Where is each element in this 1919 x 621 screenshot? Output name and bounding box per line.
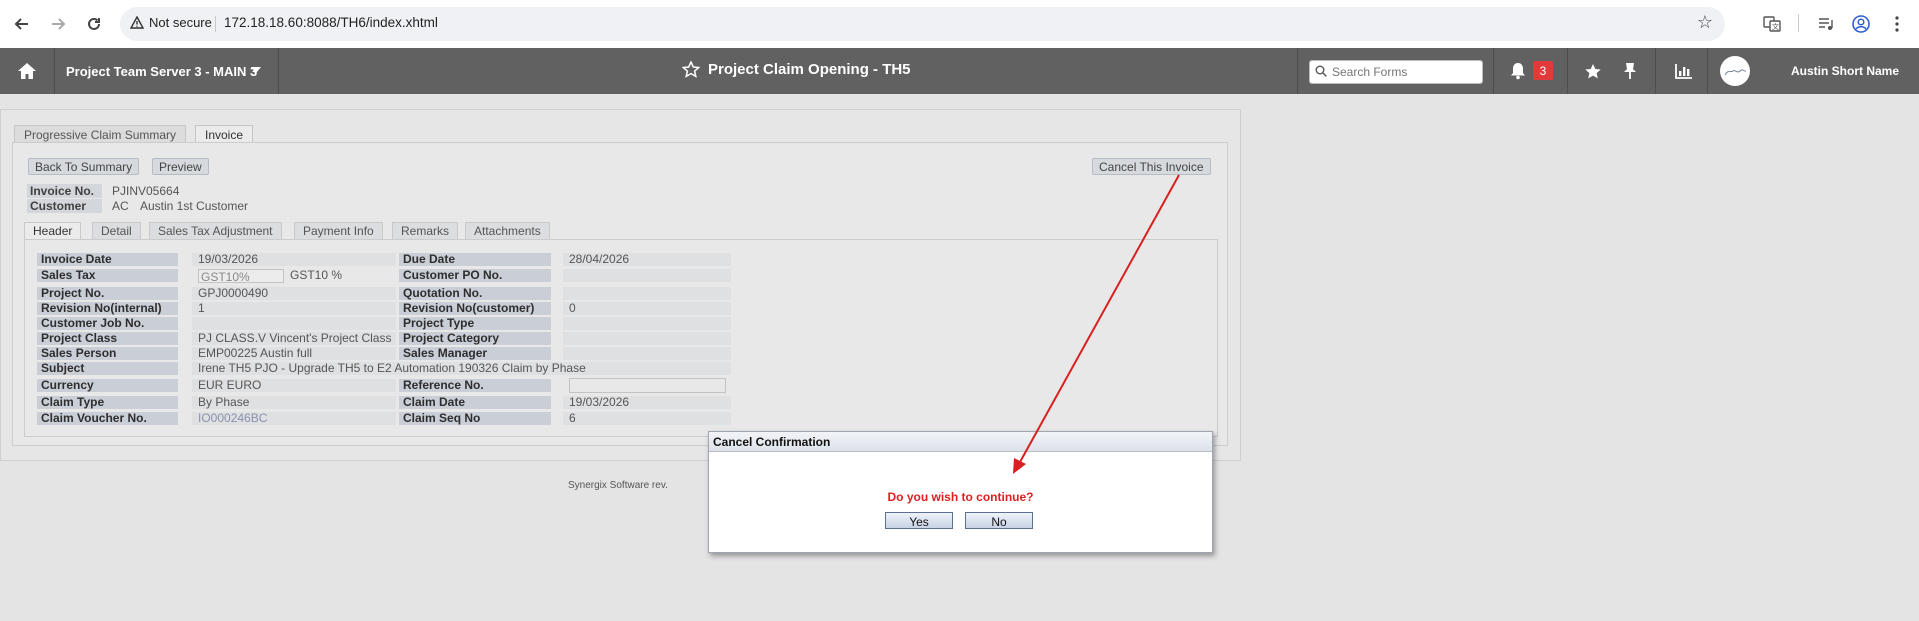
page-title-group: Project Claim Opening - TH5 [682, 61, 911, 78]
chart-icon[interactable] [1673, 60, 1695, 82]
search-forms-box[interactable] [1309, 60, 1483, 84]
project-category-value[interactable] [563, 332, 731, 345]
project-class-label: Project Class [37, 332, 178, 345]
favorite-star-icon[interactable] [682, 61, 700, 78]
project-class-value[interactable]: PJ CLASS.V Vincent's Project Class [192, 332, 396, 345]
avatar[interactable] [1720, 56, 1750, 86]
warning-icon [130, 16, 144, 29]
search-forms-input[interactable] [1330, 63, 1482, 81]
invoice-date-value[interactable]: 19/03/2026 [192, 253, 396, 266]
profile-icon[interactable] [1849, 12, 1873, 36]
yes-button[interactable]: Yes [885, 512, 953, 529]
app-header: Project Team Server 3 - MAIN 3 Project C… [0, 48, 1919, 94]
invoice-no-label: Invoice No. [27, 184, 102, 198]
cancel-invoice-button[interactable]: Cancel This Invoice [1092, 158, 1211, 175]
forward-arrow-icon[interactable] [46, 12, 70, 36]
media-controls-icon[interactable] [1814, 12, 1838, 36]
reference-no-label: Reference No. [399, 379, 551, 392]
customer-job-no-label: Customer Job No. [37, 317, 178, 330]
cancel-confirmation-dialog: Cancel Confirmation Do you wish to conti… [708, 431, 1213, 553]
bookmark-star-icon[interactable]: ☆ [1697, 12, 1713, 33]
project-no-value[interactable]: GPJ0000490 [192, 287, 396, 300]
claim-date-value[interactable]: 19/03/2026 [563, 396, 731, 409]
dialog-title[interactable]: Cancel Confirmation [709, 432, 1212, 452]
sales-tax-code-input[interactable]: GST10% [198, 269, 284, 284]
tab-payment-info[interactable]: Payment Info [294, 222, 383, 240]
customer-code: AC [112, 199, 129, 213]
revision-internal-label: Revision No(internal) [37, 302, 178, 315]
due-date-value[interactable]: 28/04/2026 [563, 253, 731, 266]
revision-internal-value[interactable]: 1 [192, 302, 396, 315]
tab-detail[interactable]: Detail [92, 222, 141, 240]
sales-person-label: Sales Person [37, 347, 178, 360]
address-bar[interactable]: Not secure 172.18.18.60:8088/TH6/index.x… [120, 7, 1725, 41]
customer-po-value[interactable] [563, 269, 731, 282]
translate-icon[interactable]: 文 [1760, 12, 1784, 36]
currency-value[interactable]: EUR EURO [192, 379, 396, 392]
search-icon [1315, 65, 1327, 77]
claim-date-label: Claim Date [399, 396, 551, 409]
revision-customer-label: Revision No(customer) [399, 302, 551, 315]
home-icon [18, 63, 36, 79]
back-to-summary-button[interactable]: Back To Summary [28, 158, 140, 175]
sales-manager-value[interactable] [563, 347, 731, 360]
sales-manager-label: Sales Manager [399, 347, 551, 360]
quotation-no-label: Quotation No. [399, 287, 551, 300]
claim-type-label: Claim Type [37, 396, 178, 409]
caret-down-icon [250, 66, 262, 74]
svg-text:文: 文 [1772, 22, 1779, 31]
no-button[interactable]: No [965, 512, 1033, 529]
dialog-message: Do you wish to continue? [887, 490, 1034, 504]
browser-toolbar: Not secure 172.18.18.60:8088/TH6/index.x… [0, 0, 1919, 49]
claim-voucher-no-link[interactable]: IO000246BC [192, 412, 396, 425]
project-type-label: Project Type [399, 317, 551, 330]
home-button[interactable] [0, 48, 55, 94]
tab-remarks[interactable]: Remarks [392, 222, 459, 240]
tab-attachments[interactable]: Attachments [465, 222, 550, 240]
server-selector[interactable]: Project Team Server 3 - MAIN 3 [54, 48, 279, 94]
bell-icon[interactable] [1507, 60, 1529, 82]
customer-name: Austin 1st Customer [140, 199, 249, 213]
invoice-date-label: Invoice Date [37, 253, 178, 266]
sales-tax-value: GST10 % [290, 268, 343, 282]
project-category-label: Project Category [399, 332, 551, 345]
preview-button[interactable]: Preview [152, 158, 209, 175]
revision-customer-value[interactable]: 0 [563, 302, 731, 315]
claim-seq-no-value[interactable]: 6 [563, 412, 731, 425]
url-text[interactable]: 172.18.18.60:8088/TH6/index.xhtml [224, 15, 438, 30]
pin-icon[interactable] [1619, 60, 1641, 82]
favorites-star-icon[interactable] [1582, 60, 1604, 82]
quotation-no-value[interactable] [563, 287, 731, 300]
invoice-no-value: PJINV05664 [112, 184, 180, 198]
due-date-label: Due Date [399, 253, 551, 266]
tab-header[interactable]: Header [24, 222, 82, 240]
sales-person-value[interactable]: EMP00225 Austin full [192, 347, 396, 360]
reference-no-input[interactable] [569, 378, 726, 393]
notification-badge[interactable]: 3 [1533, 61, 1553, 80]
currency-label: Currency [37, 379, 178, 392]
project-type-value[interactable] [563, 317, 731, 330]
browser-menu-icon[interactable] [1885, 12, 1909, 36]
server-label: Project Team Server 3 - MAIN 3 [66, 64, 258, 79]
customer-po-label: Customer PO No. [399, 269, 551, 282]
claim-voucher-no-label: Claim Voucher No. [37, 412, 178, 425]
footer-text: Synergix Software rev. [568, 480, 668, 491]
not-secure-indicator[interactable]: Not secure [130, 15, 212, 30]
user-name[interactable]: Austin Short Name [1791, 64, 1899, 78]
claim-seq-no-label: Claim Seq No [399, 412, 551, 425]
security-label: Not secure [149, 15, 212, 30]
page-title: Project Claim Opening - TH5 [708, 61, 911, 78]
subject-label: Subject [37, 362, 178, 375]
reload-icon[interactable] [82, 12, 106, 36]
back-arrow-icon[interactable] [10, 12, 34, 36]
subject-value[interactable]: Irene TH5 PJO - Upgrade TH5 to E2 Automa… [192, 362, 731, 375]
tab-sales-tax-adjustment[interactable]: Sales Tax Adjustment [149, 222, 282, 240]
claim-type-value[interactable]: By Phase [192, 396, 396, 409]
project-no-label: Project No. [37, 287, 178, 300]
customer-job-no-value[interactable] [192, 317, 396, 330]
sales-tax-label: Sales Tax [37, 269, 178, 282]
customer-label: Customer [27, 199, 102, 213]
